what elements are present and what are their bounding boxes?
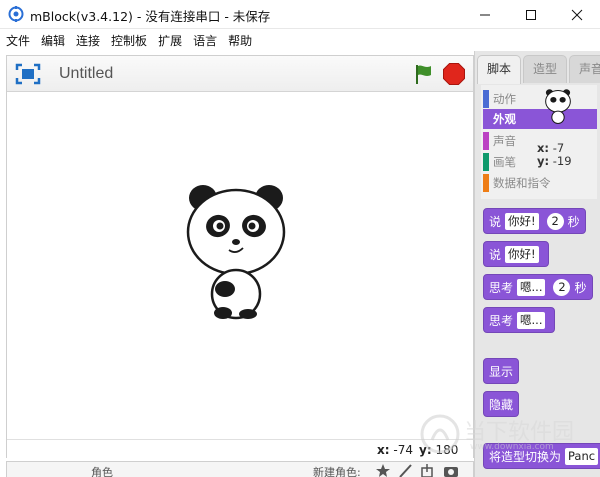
- block-text: 说: [489, 247, 502, 262]
- think-block[interactable]: 思考 嗯...: [483, 307, 556, 333]
- block-text: 说: [489, 214, 502, 229]
- menu-bar: 文件 编辑 连接 控制板 扩展 语言 帮助: [0, 29, 600, 51]
- block-text: 秒: [574, 280, 587, 295]
- camera-icon[interactable]: [443, 463, 459, 477]
- think-for-secs-block[interactable]: 思考 嗯... 2 秒: [483, 274, 593, 300]
- mouse-y-label: y:: [419, 443, 432, 457]
- say-block[interactable]: 说 你好!: [483, 241, 549, 267]
- category-color-bar: [483, 153, 489, 171]
- tab-bar: 脚本 造型 声音: [475, 55, 600, 84]
- block-text: 显示: [489, 364, 514, 379]
- block-text: 隐藏: [489, 397, 514, 412]
- block-text: 思考: [489, 280, 514, 295]
- block-categories: 动作 外观 声音 画笔 数据和指令 x: -7 y: -19: [481, 85, 597, 199]
- block-text: 秒: [567, 214, 580, 229]
- mblock-app-icon: [8, 6, 24, 22]
- switch-costume-block[interactable]: 将造型切换为 Panc: [483, 443, 600, 469]
- title-bar: mBlock(v3.4.12) - 没有连接串口 - 未保存: [0, 0, 600, 29]
- mouse-x-label: x:: [377, 443, 390, 457]
- tab-scripts[interactable]: 脚本: [477, 55, 521, 84]
- block-palette: 说 你好! 2 秒 说 你好! 思考 嗯... 2 秒 思考 嗯... 显示 隐…: [481, 203, 600, 477]
- menu-extensions[interactable]: 扩展: [158, 32, 182, 49]
- tab-sounds[interactable]: 声音: [569, 55, 600, 83]
- choose-sprite-library-icon[interactable]: [375, 463, 391, 477]
- minimize-icon: [480, 14, 490, 15]
- sprite-x-label: x:: [537, 141, 550, 155]
- show-block[interactable]: 显示: [483, 358, 520, 384]
- new-sprite-label: 新建角色:: [313, 466, 361, 477]
- menu-language[interactable]: 语言: [193, 32, 217, 49]
- stop-icon[interactable]: [442, 62, 466, 86]
- category-label: 画笔: [493, 155, 516, 169]
- menu-connect[interactable]: 连接: [76, 32, 100, 49]
- sprite-y-value: -19: [552, 154, 572, 168]
- category-label: 动作: [493, 92, 516, 106]
- menu-help[interactable]: 帮助: [228, 32, 252, 49]
- sprite-x: x: -7: [537, 141, 564, 155]
- blocks-panel: 脚本 造型 声音 动作 外观 声音 画笔 数据和指令 x: -7 y: -19: [474, 51, 600, 477]
- sprite-x-value: -7: [552, 141, 565, 155]
- category-label: 外观: [493, 112, 516, 126]
- category-label: 数据和指令: [493, 176, 551, 190]
- category-label: 声音: [493, 134, 516, 148]
- maximize-button[interactable]: [508, 0, 554, 29]
- project-title: Untitled: [59, 65, 114, 82]
- minimize-button[interactable]: [462, 0, 508, 29]
- upload-sprite-icon[interactable]: [419, 463, 435, 477]
- category-data[interactable]: 数据和指令: [483, 173, 597, 193]
- costume-dropdown[interactable]: Panc: [565, 447, 599, 465]
- green-flag-icon[interactable]: [412, 62, 436, 86]
- say-for-secs-block[interactable]: 说 你好! 2 秒: [483, 208, 586, 234]
- maximize-icon: [526, 9, 536, 20]
- message-input[interactable]: 嗯...: [517, 278, 546, 296]
- mouse-x-value: -74: [393, 443, 413, 457]
- block-text: 将造型切换为: [489, 449, 562, 464]
- close-button[interactable]: [554, 0, 600, 29]
- window-title: mBlock(v3.4.12) - 没有连接串口 - 未保存: [30, 9, 271, 24]
- paint-sprite-icon[interactable]: [397, 463, 413, 477]
- panda-sprite[interactable]: [181, 184, 291, 324]
- message-input[interactable]: 你好!: [505, 245, 539, 263]
- sprite-thumbnail[interactable]: [541, 89, 575, 125]
- mouse-coordinates: x: -74 y: 180: [7, 439, 473, 459]
- tab-costumes[interactable]: 造型: [523, 55, 567, 83]
- mouse-y-value: 180: [435, 443, 459, 457]
- block-text: 思考: [489, 313, 514, 328]
- category-color-bar: [483, 132, 489, 150]
- category-motion[interactable]: 动作: [483, 89, 597, 109]
- menu-file[interactable]: 文件: [6, 32, 30, 49]
- presentation-mode-icon[interactable]: [15, 63, 41, 85]
- sprites-label: 角色: [91, 466, 113, 477]
- seconds-input[interactable]: 2: [546, 212, 564, 230]
- category-color-bar: [483, 174, 489, 192]
- stage-panel: Untitled x: -74 y: 180: [6, 55, 474, 459]
- seconds-input[interactable]: 2: [553, 278, 571, 296]
- stage-canvas[interactable]: [7, 92, 473, 439]
- sprite-y-label: y:: [537, 154, 550, 168]
- category-looks[interactable]: 外观: [483, 109, 597, 129]
- sprite-bar: 角色 新建角色:: [6, 461, 474, 477]
- hide-block[interactable]: 隐藏: [483, 391, 520, 417]
- menu-edit[interactable]: 编辑: [41, 32, 65, 49]
- stage-header: Untitled: [7, 56, 473, 92]
- sprite-y: y: -19: [537, 154, 572, 168]
- message-input[interactable]: 你好!: [505, 212, 539, 230]
- category-color-bar: [483, 90, 489, 108]
- close-icon: [571, 9, 583, 20]
- message-input[interactable]: 嗯...: [517, 311, 546, 329]
- menu-boards[interactable]: 控制板: [111, 32, 147, 49]
